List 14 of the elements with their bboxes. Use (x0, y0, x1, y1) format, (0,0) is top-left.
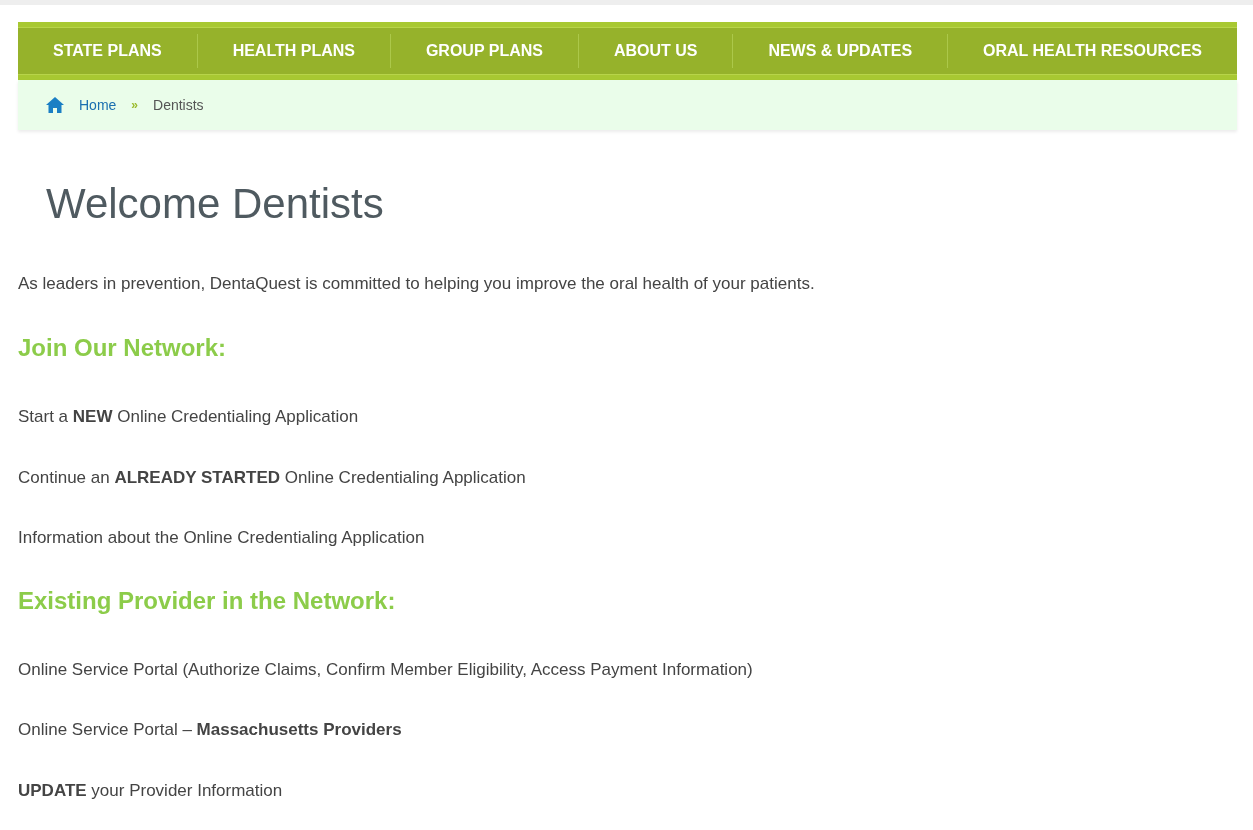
link-text[interactable]: Start a NEW Online Credentialing Application (18, 404, 359, 430)
link-text[interactable]: Information about the Online Credentialing Application (18, 525, 425, 551)
link-text[interactable]: UPDATE your Provider Information (18, 777, 283, 803)
breadcrumb-current: Dentists (153, 95, 204, 115)
intro-text: As leaders in prevention, DentaQuest is committed to helping you improve the oral health of your patients. (18, 272, 815, 295)
link-text[interactable]: Online Service Portal – Massachusetts Providers (18, 717, 402, 743)
section-heading: Existing Provider in the Network: (18, 585, 396, 616)
link-text[interactable]: Online Service Portal (Authorize Claims, Confirm Member Eligibility, Access Payment Information) (18, 656, 753, 682)
home-icon[interactable] (46, 97, 64, 113)
breadcrumb-link[interactable]: Home (79, 94, 117, 116)
breadcrumb-separator: » (131, 97, 139, 114)
page-title: Welcome Dentists (46, 179, 384, 229)
section-heading: Join Our Network: (18, 333, 227, 363)
link-text[interactable]: Continue an ALREADY STARTED Online Credentialing Application (18, 464, 526, 490)
